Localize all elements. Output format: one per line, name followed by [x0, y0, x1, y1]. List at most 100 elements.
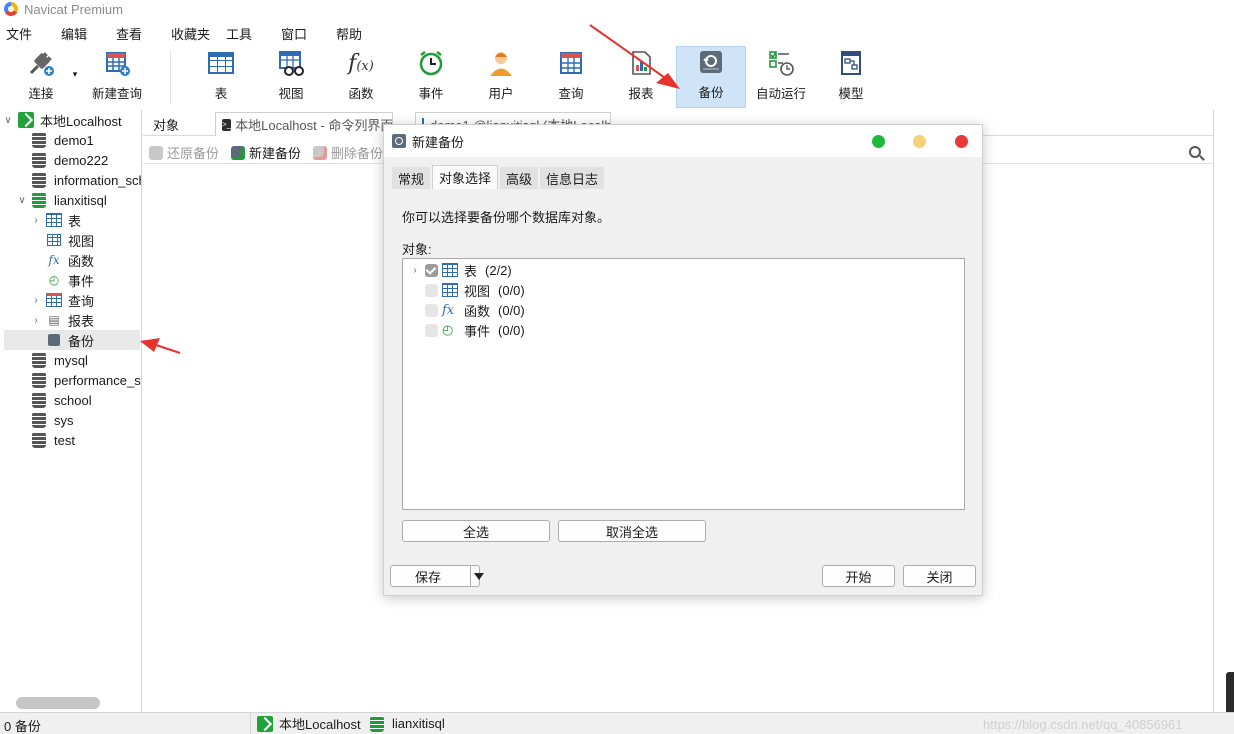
tree-node-views[interactable]: 视图 — [46, 230, 94, 250]
save-dropdown-icon[interactable] — [470, 566, 486, 586]
tree-db-mysql[interactable]: mysql — [32, 350, 88, 370]
tab-command-line[interactable]: >_ 本地Localhost - 命令列界面 — [215, 112, 393, 136]
object-row-functions[interactable]: fx 函数 (0/0) — [425, 300, 525, 320]
model-label: 模型 — [838, 87, 864, 101]
connection-label: 本地Localhost — [40, 113, 122, 129]
view-glasses-icon — [442, 283, 458, 297]
connection-tree: ∨ 本地Localhost demo1 demo222 information_… — [0, 110, 142, 712]
tree-node-backups[interactable]: 备份 — [4, 330, 140, 350]
menu-file[interactable]: 文件 — [0, 24, 55, 43]
model-button[interactable]: 模型 — [824, 46, 878, 108]
function-button[interactable]: f(x) 函数 — [334, 46, 388, 108]
close-button[interactable]: 关闭 — [903, 565, 976, 587]
table-label: 表 — [214, 87, 228, 101]
connect-button[interactable]: 连接 — [18, 46, 64, 108]
tree-db-information-schema[interactable]: information_schema — [32, 170, 141, 190]
tree-db-performance-schema[interactable]: performance_schema — [32, 370, 141, 390]
dialog-tabs: 常规 对象选择 高级 信息日志 — [392, 165, 606, 189]
object-count: (0/0) — [498, 282, 525, 298]
object-label: 事件 — [464, 323, 491, 339]
tab-message-log[interactable]: 信息日志 — [540, 167, 605, 189]
menu-favorites[interactable]: 收藏夹 — [165, 24, 220, 43]
chevron-down-icon[interactable]: ∨ — [2, 115, 14, 126]
query-button[interactable]: 查询 — [544, 46, 598, 108]
backup-button[interactable]: 备份 — [676, 46, 746, 108]
chevron-down-icon[interactable]: ∨ — [16, 195, 28, 206]
checkbox-functions[interactable] — [425, 303, 438, 317]
delete-backup-button[interactable]: 删除备份 — [313, 143, 383, 162]
horizontal-scrollbar[interactable] — [16, 697, 100, 709]
plug-icon — [27, 49, 55, 77]
dialog-title-bar[interactable]: 新建备份 — [384, 125, 982, 157]
object-row-events[interactable]: ◴ 事件 (0/0) — [425, 320, 525, 340]
chevron-right-icon[interactable]: › — [409, 265, 421, 276]
menu-window[interactable]: 窗口 — [275, 24, 330, 43]
new-query-icon — [103, 49, 131, 77]
node-label: 备份 — [68, 333, 95, 349]
tab-object-selection[interactable]: 对象选择 — [432, 165, 499, 189]
tree-node-reports[interactable]: › ▤ 报表 — [30, 310, 94, 330]
tab-advanced[interactable]: 高级 — [500, 167, 539, 189]
navicat-logo-icon — [4, 2, 18, 16]
object-row-views[interactable]: 视图 (0/0) — [425, 280, 525, 300]
maximize-button[interactable] — [872, 135, 885, 148]
tree-node-tables[interactable]: › 表 — [30, 210, 81, 230]
chevron-right-icon[interactable]: › — [30, 315, 42, 326]
node-label: 函数 — [68, 253, 95, 269]
new-backup-button[interactable]: 新建备份 — [231, 143, 301, 162]
tree-db-school[interactable]: school — [32, 390, 92, 410]
tree-node-functions[interactable]: fx 函数 — [46, 250, 94, 270]
tree-db-lianxitisql[interactable]: ∨ lianxitisql — [16, 190, 107, 210]
menu-edit[interactable]: 编辑 — [55, 24, 110, 43]
object-row-tables[interactable]: › 表 (2/2) — [409, 260, 511, 280]
menu-tools[interactable]: 工具 — [220, 24, 275, 43]
tree-db-demo1[interactable]: demo1 — [32, 130, 94, 150]
checkbox-tables[interactable] — [425, 263, 438, 277]
select-all-button[interactable]: 全选 — [402, 520, 550, 542]
checkbox-events[interactable] — [425, 323, 438, 337]
chevron-right-icon[interactable]: › — [30, 295, 42, 306]
alarm-clock-icon: ◴ — [48, 273, 60, 287]
user-icon — [487, 49, 515, 77]
user-button[interactable]: 用户 — [474, 46, 528, 108]
watermark: https://blog.csdn.net/qq_40856961 — [983, 717, 1183, 732]
menu-view[interactable]: 查看 — [110, 24, 165, 43]
delete-label: 删除备份 — [331, 146, 384, 161]
objects-label: 对象: — [402, 242, 432, 257]
start-button[interactable]: 开始 — [822, 565, 895, 587]
save-button[interactable]: 保存 — [390, 565, 480, 587]
tree-db-demo222[interactable]: demo222 — [32, 150, 108, 170]
search-icon[interactable] — [1189, 146, 1201, 158]
database-icon — [32, 172, 46, 188]
checkbox-views[interactable] — [425, 283, 438, 297]
event-label: 事件 — [418, 87, 444, 101]
tree-db-sys[interactable]: sys — [32, 410, 74, 430]
tree-node-events[interactable]: ◴ 事件 — [46, 270, 94, 290]
automation-button[interactable]: 自动运行 — [754, 46, 808, 108]
connection-icon — [18, 112, 34, 128]
deselect-all-button[interactable]: 取消全选 — [558, 520, 706, 542]
tab-general[interactable]: 常规 — [392, 167, 431, 189]
tree-connection-localhost[interactable]: ∨ 本地Localhost — [2, 110, 122, 130]
report-button[interactable]: 报表 — [614, 46, 668, 108]
chevron-right-icon[interactable]: › — [30, 215, 42, 226]
report-label: 报表 — [628, 87, 654, 101]
tree-node-queries[interactable]: › 查询 — [30, 290, 94, 310]
table-grid-icon — [207, 49, 235, 77]
connect-dropdown[interactable]: ▾ — [66, 46, 84, 108]
view-button[interactable]: 视图 — [264, 46, 318, 108]
table-button[interactable]: 表 — [194, 46, 248, 108]
database-open-icon — [32, 192, 46, 208]
tab-objects[interactable]: 对象 — [153, 115, 179, 134]
close-window-button[interactable] — [955, 135, 968, 148]
restore-backup-button[interactable]: 还原备份 — [149, 143, 219, 162]
new-query-button[interactable]: 新建查询 — [88, 46, 146, 108]
query-icon — [46, 292, 62, 308]
database-icon — [32, 372, 46, 388]
event-button[interactable]: 事件 — [404, 46, 458, 108]
minimize-button[interactable] — [913, 135, 926, 148]
menu-help[interactable]: 帮助 — [330, 24, 385, 43]
tree-db-test[interactable]: test — [32, 430, 75, 450]
new-backup-icon — [231, 145, 246, 160]
delete-icon — [313, 145, 328, 160]
